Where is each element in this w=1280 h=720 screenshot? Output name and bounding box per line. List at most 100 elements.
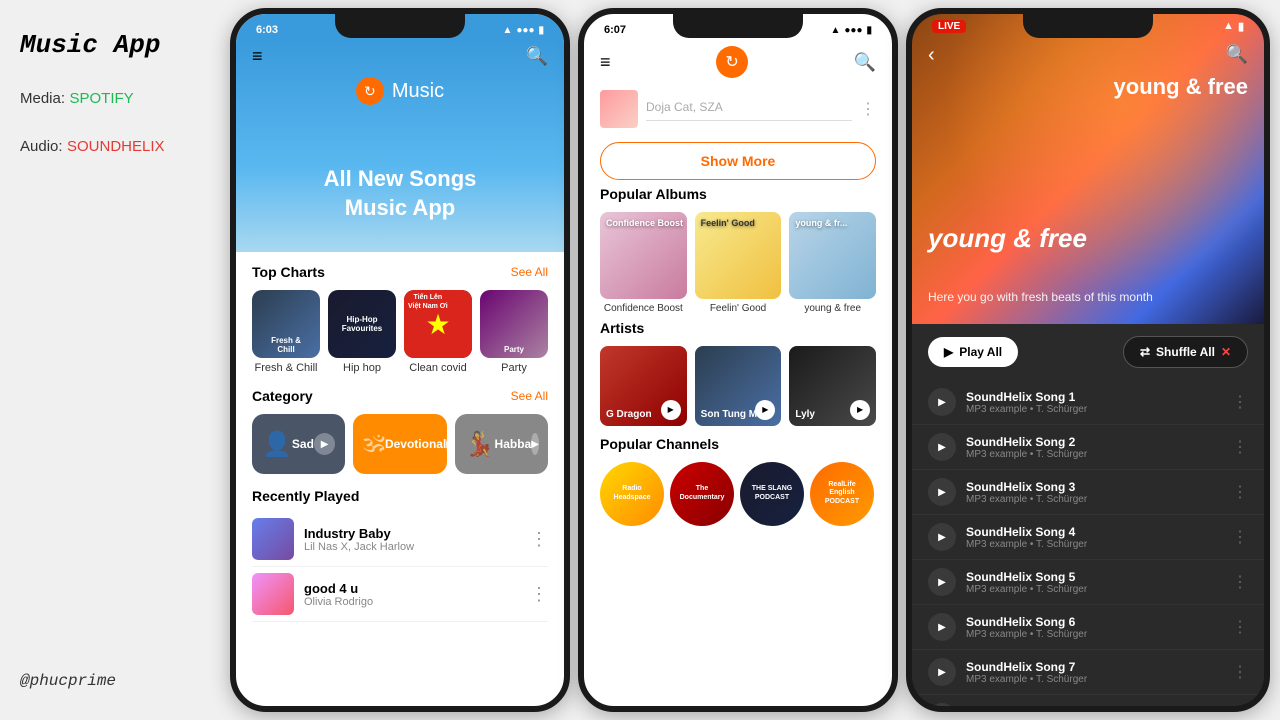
recent-song-artist: Lil Nas X, Jack Harlow: [304, 541, 520, 553]
song-title: SoundHelix Song 8: [966, 705, 1222, 713]
list-item[interactable]: young & fr... young & free: [789, 212, 876, 314]
more-options-button[interactable]: ⋮: [1232, 482, 1248, 502]
audio-value: SOUNDHELIX: [67, 138, 165, 155]
list-item[interactable]: ▶ SoundHelix Song 7 MP3 example • T. Sch…: [912, 650, 1264, 695]
chart-label: Hip hop: [328, 362, 396, 374]
phone3-song-list: ▶ SoundHelix Song 1 MP3 example • T. Sch…: [912, 380, 1264, 712]
show-more-button[interactable]: Show More: [600, 142, 876, 180]
song-title: SoundHelix Song 1: [966, 390, 1222, 404]
audio-label: Audio:: [20, 138, 63, 155]
list-item[interactable]: ▶ SoundHelix Song 5 MP3 example • T. Sch…: [912, 560, 1264, 605]
play-all-button[interactable]: ▶ Play All: [928, 337, 1018, 367]
more-options-button[interactable]: ⋮: [1232, 527, 1248, 547]
more-options-button[interactable]: ⋮: [530, 584, 548, 605]
phone1-mockup: 6:03 ▲ ●●● ▮ ≡ 🔍 ↻ Music All New Songs M…: [230, 8, 570, 712]
list-item[interactable]: Fresh &Chill Fresh & Chill: [252, 290, 320, 374]
list-item[interactable]: ▶ SoundHelix Song 1 MP3 example • T. Sch…: [912, 380, 1264, 425]
list-item[interactable]: Industry Baby Lil Nas X, Jack Harlow ⋮: [252, 512, 548, 567]
list-item[interactable]: ▶ SoundHelix Song 8 MP3 example • T. Sch…: [912, 695, 1264, 712]
more-options-button[interactable]: ⋮: [860, 99, 876, 119]
more-options-button[interactable]: ⋮: [1232, 617, 1248, 637]
play-button[interactable]: ▶: [928, 658, 956, 686]
list-item[interactable]: 🕉 Devotional ▶: [353, 414, 446, 474]
play-button[interactable]: ▶: [928, 523, 956, 551]
phone3-hero: LIVE ▲ ▮ ‹ 🔍 young & free young & free H…: [912, 14, 1264, 324]
phone2-search-area: Doja Cat, SZA ⋮: [584, 86, 892, 136]
play-button[interactable]: ▶: [850, 400, 870, 420]
see-all-charts[interactable]: See All: [511, 265, 548, 279]
phone3-status-icons: ▲ ▮: [1223, 20, 1244, 33]
song-thumbnail: [600, 90, 638, 128]
play-button[interactable]: ▶: [928, 703, 956, 712]
phone3-notch: [1023, 14, 1153, 38]
more-options-button[interactable]: ⋮: [530, 529, 548, 550]
song-meta: MP3 example • T. Schürger: [966, 449, 1222, 460]
song-title: SoundHelix Song 5: [966, 570, 1222, 584]
search-icon[interactable]: 🔍: [1226, 44, 1248, 67]
list-item[interactable]: G Dragon ▶: [600, 346, 687, 426]
shuffle-all-button[interactable]: ⇄ Shuffle All ✕: [1123, 336, 1248, 368]
cat-name: Habba: [495, 437, 532, 451]
play-button[interactable]: ▶: [314, 433, 335, 455]
album-label: Confidence Boost: [600, 303, 687, 314]
cat-icon: 🕉: [363, 430, 385, 458]
list-item[interactable]: THE SLANGPODCAST: [740, 462, 804, 526]
app-title: Music App: [20, 30, 200, 60]
artists-header: Artists: [600, 320, 876, 336]
song-meta: MP3 example • T. Schürger: [966, 494, 1222, 505]
play-button[interactable]: ▶: [755, 400, 775, 420]
song-title: SoundHelix Song 7: [966, 660, 1222, 674]
list-item[interactable]: good 4 u Olivia Rodrigo ⋮: [252, 567, 548, 622]
list-item[interactable]: Hip-HopFavourites Hip hop: [328, 290, 396, 374]
channels-title: Popular Channels: [600, 436, 719, 452]
song-title: SoundHelix Song 3: [966, 480, 1222, 494]
play-button[interactable]: ▶: [928, 568, 956, 596]
back-button[interactable]: ‹: [928, 44, 935, 67]
list-item[interactable]: Party Party: [480, 290, 548, 374]
list-item[interactable]: Feelin' Good Feelin' Good: [695, 212, 782, 314]
more-options-button[interactable]: ⋮: [1232, 572, 1248, 592]
phone1-status-icons: ▲ ●●● ▮: [502, 25, 544, 36]
cat-icon: 💃: [465, 430, 495, 459]
play-button[interactable]: ▶: [928, 478, 956, 506]
song-details: SoundHelix Song 5 MP3 example • T. Schür…: [966, 570, 1222, 595]
list-item[interactable]: Confidence Boost Confidence Boost: [600, 212, 687, 314]
album-title-overlay: young & fr...: [795, 218, 847, 228]
song-thumbnail: [252, 573, 294, 615]
play-button[interactable]: ▶: [928, 613, 956, 641]
search-icon[interactable]: 🔍: [526, 46, 548, 67]
list-item[interactable]: RadioHeadspace: [600, 462, 664, 526]
list-item[interactable]: ▶ SoundHelix Song 4 MP3 example • T. Sch…: [912, 515, 1264, 560]
popular-albums-title: Popular Albums: [600, 186, 707, 202]
more-options-button[interactable]: ⋮: [1232, 437, 1248, 457]
phone3-live-badge: LIVE: [932, 20, 966, 33]
more-options-button[interactable]: ⋮: [1232, 392, 1248, 412]
list-item[interactable]: TheDocumentary: [670, 462, 734, 526]
search-icon[interactable]: 🔍: [854, 52, 876, 73]
list-item[interactable]: 👤 Sad ▶: [252, 414, 345, 474]
play-button[interactable]: ▶: [928, 388, 956, 416]
list-item[interactable]: Lyly ▶: [789, 346, 876, 426]
more-options-button[interactable]: ⋮: [1232, 662, 1248, 682]
list-item[interactable]: ▶ SoundHelix Song 3 MP3 example • T. Sch…: [912, 470, 1264, 515]
menu-icon[interactable]: ≡: [600, 52, 611, 73]
list-item[interactable]: ★ Tiến LênViệt Nam Ơi Clean covid: [404, 290, 472, 374]
see-all-category[interactable]: See All: [511, 389, 548, 403]
play-button[interactable]: ▶: [531, 433, 539, 455]
list-item[interactable]: ▶ SoundHelix Song 2 MP3 example • T. Sch…: [912, 425, 1264, 470]
list-item[interactable]: RealLifeEnglishPODCAST: [810, 462, 874, 526]
recent-song-info: Industry Baby Lil Nas X, Jack Harlow: [304, 526, 520, 553]
play-button[interactable]: ▶: [661, 400, 681, 420]
album-label: Feelin' Good: [695, 303, 782, 314]
play-button[interactable]: ▶: [928, 433, 956, 461]
phone2-status-icons: ▲ ●●● ▮: [830, 25, 872, 36]
media-info: Media: SPOTIFY: [20, 90, 200, 108]
list-item[interactable]: ▶ SoundHelix Song 6 MP3 example • T. Sch…: [912, 605, 1264, 650]
menu-icon[interactable]: ≡: [252, 46, 263, 67]
list-item[interactable]: Son Tung MTP ▶: [695, 346, 782, 426]
list-item[interactable]: 💃 Habba ▶: [455, 414, 548, 474]
social-handle: @phucprime: [20, 672, 200, 690]
more-options-button[interactable]: ⋮: [1232, 707, 1248, 712]
channels-header: Popular Channels: [600, 436, 876, 452]
battery-icon: ▮: [538, 25, 544, 36]
